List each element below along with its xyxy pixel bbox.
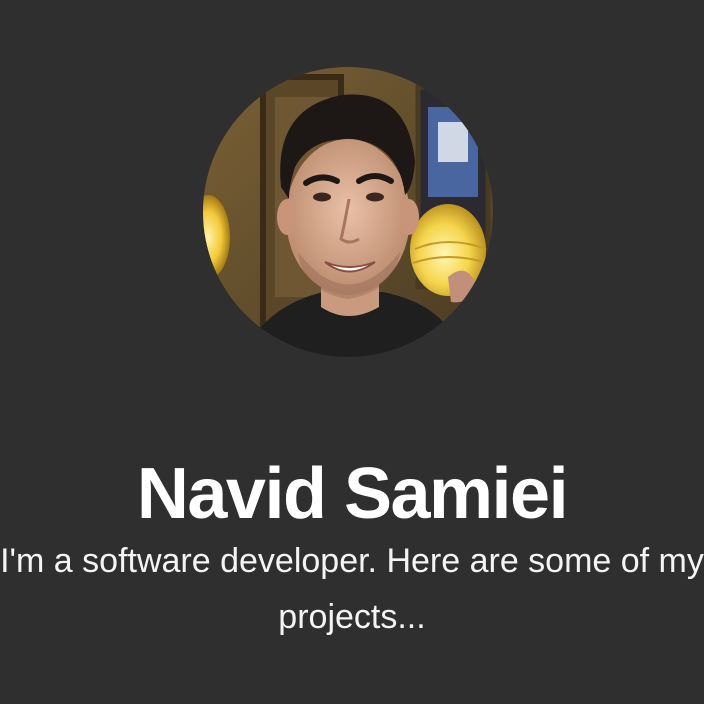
bio-text: I'm a software developer. Here are some … (0, 533, 704, 645)
profile-avatar (203, 67, 493, 357)
hero-section: Navid Samiei I'm a software developer. H… (0, 0, 704, 704)
bio-line-1: I'm a software developer. Here are some … (0, 542, 704, 580)
profile-photo (203, 67, 493, 357)
page-title: Navid Samiei (136, 454, 569, 535)
bio-line-2: projects... (278, 598, 426, 636)
